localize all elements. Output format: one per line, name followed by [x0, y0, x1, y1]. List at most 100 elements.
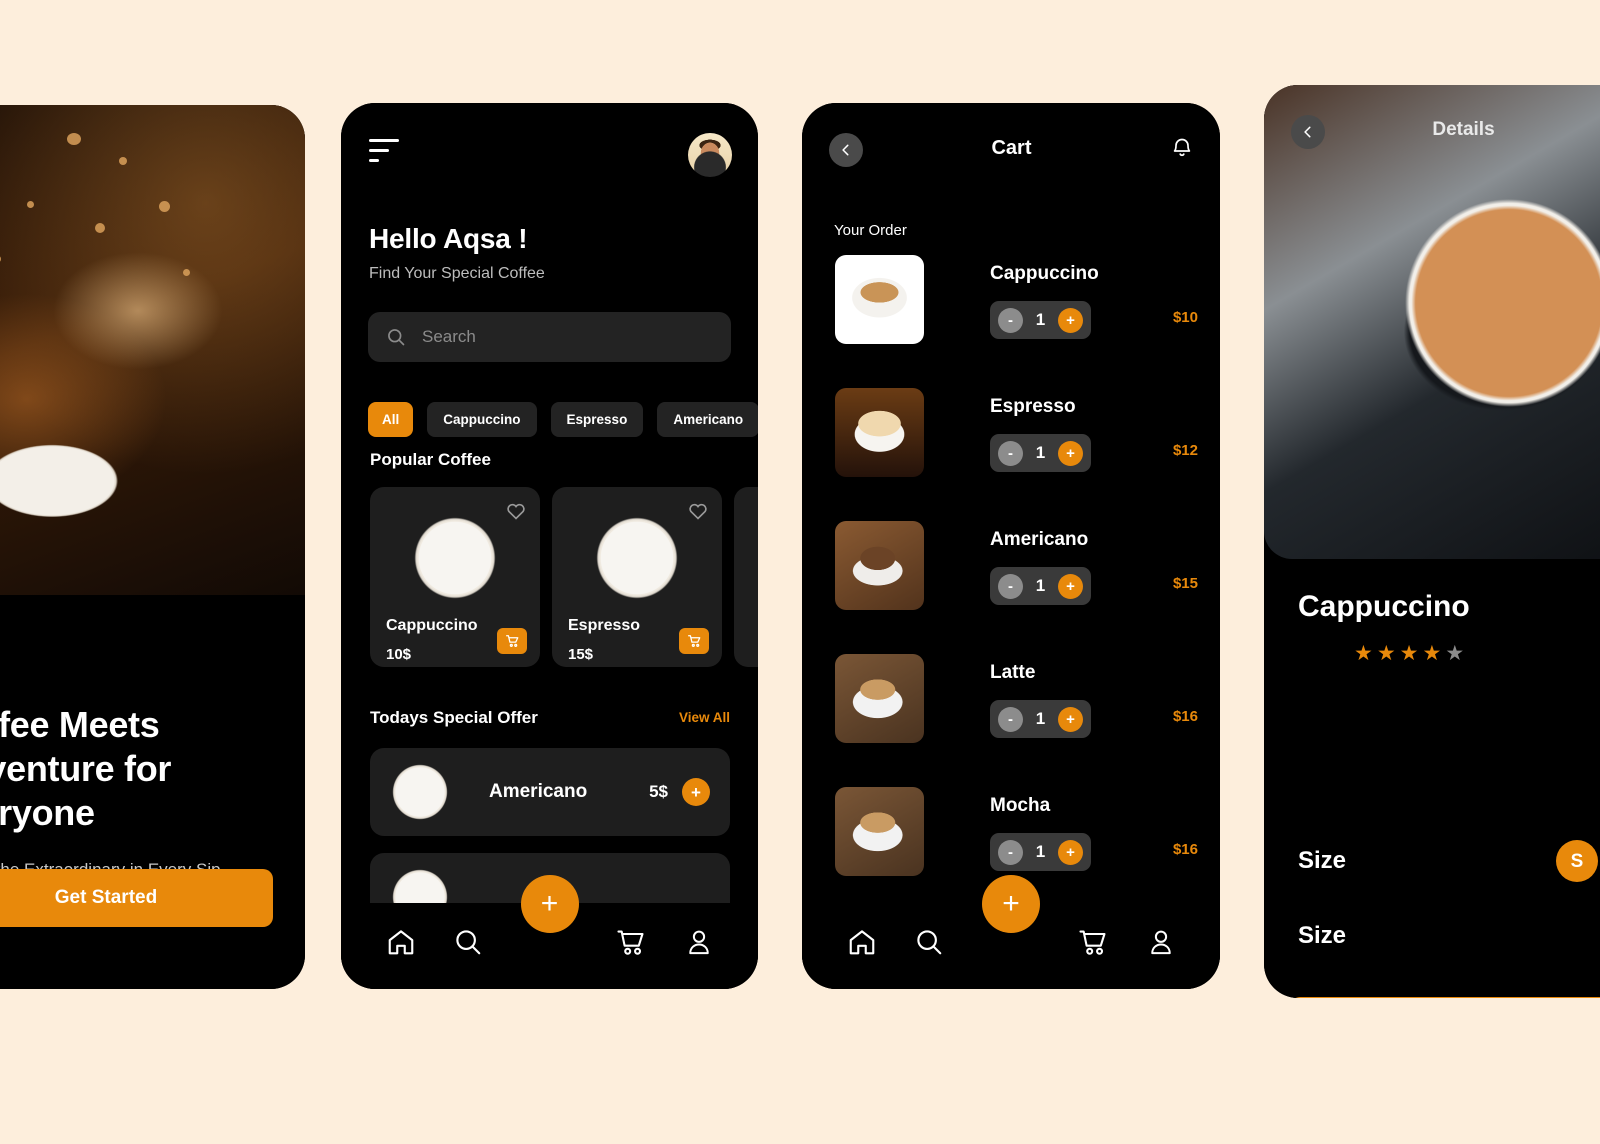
details-header: Details — [1291, 115, 1600, 155]
nav-search-icon[interactable] — [914, 927, 944, 957]
home-header — [369, 133, 732, 179]
cart-icon — [687, 635, 700, 647]
cart-item-price: $12 — [1172, 442, 1198, 459]
product-card[interactable]: Cappuccino 10$ — [370, 487, 540, 667]
onboarding-title: Coffee Meets Adventure for everyone — [0, 704, 172, 833]
notification-bell-icon[interactable] — [1170, 135, 1194, 165]
menu-icon[interactable] — [369, 139, 405, 169]
decrement-button[interactable]: - — [998, 839, 1023, 865]
size-selector-row: Size S M — [1298, 840, 1600, 882]
cart-item: Cappuccino - 1 + $10 — [835, 255, 1198, 355]
nav-cart-icon[interactable] — [1078, 927, 1110, 957]
search-icon — [388, 329, 405, 346]
your-order-label: Your Order — [834, 222, 907, 239]
cart-item-image — [835, 255, 924, 344]
increment-button[interactable]: + — [1058, 440, 1083, 466]
search-input[interactable]: Search — [368, 312, 731, 362]
product-image — [584, 505, 690, 611]
view-all-link[interactable]: View All — [679, 710, 730, 725]
decrement-button[interactable]: - — [998, 440, 1023, 466]
add-to-cart-button[interactable]: Add to Cart — [1290, 997, 1600, 998]
chip-espresso[interactable]: Espresso — [550, 402, 644, 437]
heart-icon[interactable] — [506, 501, 526, 520]
cart-title: Cart — [991, 137, 1032, 159]
add-to-cart-button[interactable] — [497, 628, 527, 654]
quantity-value: 1 — [1035, 842, 1046, 861]
add-to-cart-button[interactable] — [679, 628, 709, 654]
product-name: Cappuccino — [386, 617, 478, 634]
cart-item-name: Americano — [990, 529, 1089, 550]
product-card[interactable] — [734, 487, 758, 667]
cart-item: Americano - 1 + $15 — [835, 521, 1198, 621]
product-image — [402, 505, 508, 611]
chip-cappuccino[interactable]: Cappuccino — [427, 402, 537, 437]
greeting-text: Hello Aqsa ! — [369, 223, 528, 254]
category-chips: All Cappuccino Espresso Americano — [368, 402, 758, 437]
product-name: Cappuccino — [1298, 590, 1470, 623]
product-price: 10$ — [386, 646, 412, 663]
size-option-s[interactable]: S — [1556, 840, 1598, 882]
quantity-stepper: - 1 + — [990, 700, 1091, 738]
home-screen: Hello Aqsa ! Find Your Special Coffee Se… — [341, 103, 758, 989]
coffee-cup-image — [0, 405, 167, 570]
cart-item: Mocha - 1 + $16 — [835, 787, 1198, 887]
product-card[interactable]: Espresso 15$ — [552, 487, 722, 667]
decrement-button[interactable]: - — [998, 573, 1023, 599]
cart-item-name: Espresso — [990, 396, 1076, 417]
cart-item-price: $15 — [1172, 575, 1198, 592]
cart-icon — [505, 635, 518, 647]
cart-item-price: $10 — [1172, 309, 1198, 326]
nav-profile-icon[interactable] — [685, 927, 713, 957]
chip-all[interactable]: All — [368, 402, 414, 437]
cart-screen: Cart Your Order Cappuccino - 1 + $10 Esp… — [802, 103, 1220, 989]
nav-profile-icon[interactable] — [1147, 927, 1175, 957]
nav-home-icon[interactable] — [847, 927, 877, 957]
decrement-button[interactable]: - — [998, 307, 1023, 333]
second-size-label: Size — [1298, 922, 1347, 949]
cart-item-name: Mocha — [990, 795, 1051, 816]
offer-add-button[interactable]: + — [682, 778, 710, 806]
size-options: S M — [1556, 840, 1600, 882]
latte-art-image — [1359, 153, 1600, 453]
coffee-splash-image — [0, 105, 305, 595]
details-screen: Details Cappuccino ★★★★★ Size S M Size -… — [1264, 85, 1600, 998]
cart-item-price: $16 — [1172, 841, 1198, 858]
increment-button[interactable]: + — [1058, 706, 1083, 732]
cart-item-image — [835, 521, 924, 610]
cart-item-price: $16 — [1172, 708, 1198, 725]
quantity-stepper: - 1 + — [990, 301, 1091, 339]
special-offer-title: Todays Special Offer — [370, 708, 538, 727]
increment-button[interactable]: + — [1058, 307, 1083, 333]
phone-cart: Cart Your Order Cappuccino - 1 + $10 Esp… — [802, 103, 1220, 989]
greeting-subtitle: Find Your Special Coffee — [369, 265, 545, 282]
cart-item: Latte - 1 + $16 — [835, 654, 1198, 754]
bottom-nav: + — [802, 875, 1220, 989]
product-name: Espresso — [568, 617, 641, 634]
cart-item-name: Cappuccino — [990, 263, 1099, 284]
cart-item-image — [835, 787, 924, 876]
avatar[interactable] — [688, 133, 732, 177]
onboarding-copy: Coffee Meets Adventure for everyone Unlo… — [0, 595, 305, 882]
increment-button[interactable]: + — [1058, 573, 1083, 599]
quantity-value: 1 — [1035, 443, 1046, 462]
get-started-button[interactable]: Get Started — [0, 869, 273, 927]
popular-coffee-title: Popular Coffee — [370, 450, 491, 469]
nav-home-icon[interactable] — [386, 927, 416, 957]
decrement-button[interactable]: - — [998, 706, 1023, 732]
chip-americano[interactable]: Americano — [657, 402, 758, 437]
quantity-value: 1 — [1035, 310, 1046, 329]
mockup-canvas: Coffee Meets Adventure for everyone Unlo… — [0, 0, 1600, 1144]
offer-image — [384, 756, 456, 828]
heart-icon[interactable] — [688, 501, 708, 520]
increment-button[interactable]: + — [1058, 839, 1083, 865]
offer-row[interactable]: Americano 5$ + — [370, 748, 730, 836]
cart-header: Cart — [829, 133, 1194, 173]
second-size-row: Size - — [1298, 915, 1600, 957]
cart-item-name: Latte — [990, 662, 1036, 683]
product-price: 15$ — [568, 646, 594, 663]
nav-search-icon[interactable] — [453, 927, 483, 957]
offer-price: 5$ — [649, 782, 668, 801]
quantity-value: 1 — [1035, 576, 1046, 595]
offer-name: Americano — [489, 781, 588, 802]
nav-cart-icon[interactable] — [616, 927, 648, 957]
